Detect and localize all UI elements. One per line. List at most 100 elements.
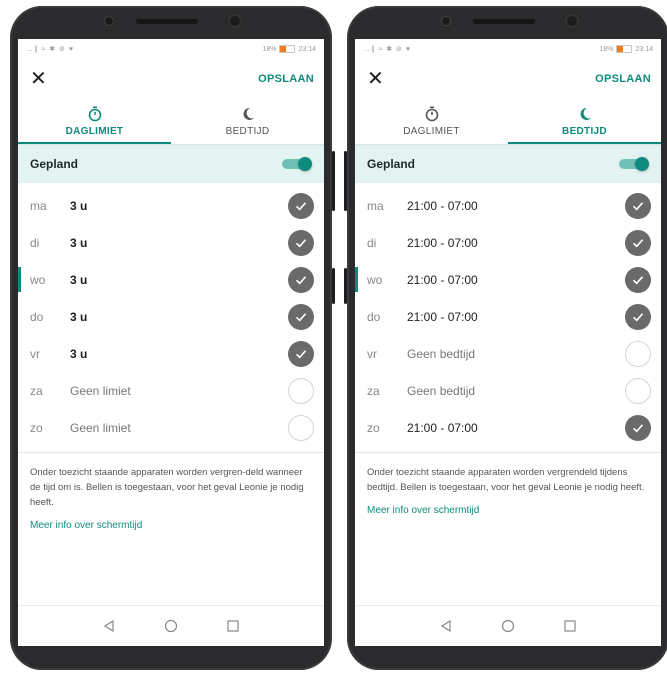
day-row-do[interactable]: do 3 u: [18, 298, 324, 335]
day-value: Geen limiet: [70, 420, 131, 435]
back-icon[interactable]: [99, 616, 119, 636]
day-row-zo[interactable]: zo 21:00 - 07:00: [355, 409, 661, 446]
battery-indicator: 18% 23:14: [262, 45, 316, 53]
checkmark-icon: [295, 275, 307, 284]
day-abbr: do: [30, 309, 44, 324]
day-row-ma[interactable]: ma 3 u: [18, 187, 324, 224]
day-checkbox[interactable]: [625, 414, 651, 441]
status-bar: …∥ ≈ ✱ ⊘ ♥ 18% 23:14: [355, 39, 661, 59]
day-row-di[interactable]: di 21:00 - 07:00: [355, 224, 661, 261]
checkmark-icon: [632, 275, 644, 284]
day-checkbox[interactable]: [625, 266, 651, 293]
day-row-zo[interactable]: zo Geen limiet: [18, 409, 324, 446]
day-value: 3 u: [70, 272, 88, 287]
tab-label: BEDTIJD: [562, 126, 607, 137]
day-checkbox[interactable]: [625, 192, 651, 219]
tab-bar: DAGLIMIET BEDTIJD: [355, 99, 661, 144]
moon-icon: [578, 106, 592, 122]
tab-bar: DAGLIMIET BEDTIJD: [18, 99, 324, 144]
day-abbr: ma: [30, 198, 47, 213]
back-icon[interactable]: [436, 616, 456, 636]
more-info-link[interactable]: Meer info over schermtijd: [355, 495, 661, 516]
more-info-link[interactable]: Meer info over schermtijd: [18, 510, 324, 531]
day-checkbox[interactable]: [288, 229, 314, 256]
status-time: 23:14: [635, 45, 653, 53]
schedule-row: Gepland: [18, 144, 324, 183]
checkmark-icon: [632, 238, 644, 247]
day-abbr: zo: [367, 420, 380, 435]
day-row-vr[interactable]: vr Geen bedtijd: [355, 335, 661, 372]
day-abbr: wo: [30, 272, 46, 287]
tab-daglimiet[interactable]: DAGLIMIET: [355, 99, 508, 144]
day-abbr: vr: [30, 346, 40, 361]
recents-icon[interactable]: [223, 616, 243, 636]
day-row-wo[interactable]: wo 3 u: [18, 261, 324, 298]
day-abbr: di: [30, 235, 40, 250]
earpiece-speaker: [136, 19, 198, 24]
schedule-toggle[interactable]: [282, 157, 312, 171]
save-button[interactable]: OPSLAAN: [258, 73, 314, 85]
stopwatch-icon: [88, 106, 102, 122]
info-text: Onder toezicht staande apparaten worden …: [367, 467, 645, 493]
tab-daglimiet[interactable]: DAGLIMIET: [18, 99, 171, 144]
day-value: 21:00 - 07:00: [407, 309, 478, 324]
save-button[interactable]: OPSLAAN: [595, 73, 651, 85]
day-checkbox[interactable]: [625, 340, 651, 367]
day-abbr: di: [367, 235, 377, 250]
checkmark-icon: [295, 312, 307, 321]
day-checkbox[interactable]: [288, 266, 314, 293]
day-row-vr[interactable]: vr 3 u: [18, 335, 324, 372]
day-checkbox[interactable]: [625, 229, 651, 256]
day-checkbox[interactable]: [288, 192, 314, 219]
power-button: [332, 268, 335, 304]
day-value: Geen bedtijd: [407, 383, 476, 398]
home-icon[interactable]: [498, 616, 518, 636]
moon-icon: [241, 106, 255, 122]
stopwatch-icon: [425, 106, 439, 122]
tab-bedtijd[interactable]: BEDTIJD: [508, 99, 661, 144]
tab-bedtijd[interactable]: BEDTIJD: [171, 99, 324, 144]
day-row-ma[interactable]: ma 21:00 - 07:00: [355, 187, 661, 224]
battery-icon: [616, 45, 633, 53]
tab-label: BEDTIJD: [225, 126, 270, 137]
volume-button: [344, 151, 347, 211]
top-bar: ✕ OPSLAAN: [18, 59, 324, 99]
status-time: 23:14: [298, 45, 316, 53]
android-nav-bar: [18, 605, 324, 646]
day-list: ma 3 u di 3 u wo 3 u do 3 u vr 3 u za Ge…: [18, 183, 324, 446]
close-button[interactable]: ✕: [30, 69, 47, 89]
day-checkbox[interactable]: [625, 377, 651, 404]
recents-icon[interactable]: [560, 616, 580, 636]
status-bar: …∥ ≈ ✱ ⊘ ♥ 18% 23:14: [18, 39, 324, 59]
info-text: Onder toezicht staande apparaten worden …: [30, 467, 304, 508]
day-value: 3 u: [70, 346, 88, 361]
close-button[interactable]: ✕: [367, 69, 384, 89]
day-list: ma 21:00 - 07:00 di 21:00 - 07:00 wo 21:…: [355, 183, 661, 446]
status-icons: …∥ ≈ ✱ ⊘ ♥: [363, 46, 412, 53]
day-value: Geen limiet: [70, 383, 131, 398]
day-row-do[interactable]: do 21:00 - 07:00: [355, 298, 661, 335]
day-row-za[interactable]: za Geen limiet: [18, 372, 324, 409]
day-checkbox[interactable]: [288, 414, 314, 441]
front-camera: [441, 16, 451, 26]
checkmark-icon: [295, 349, 307, 358]
day-row-za[interactable]: za Geen bedtijd: [355, 372, 661, 409]
schedule-label: Gepland: [367, 157, 416, 171]
day-row-di[interactable]: di 3 u: [18, 224, 324, 261]
android-nav-bar: [355, 605, 661, 646]
day-checkbox[interactable]: [288, 340, 314, 367]
battery-percent: 18%: [262, 45, 277, 53]
day-abbr: ma: [367, 198, 384, 213]
day-checkbox[interactable]: [288, 303, 314, 330]
power-button: [344, 268, 347, 304]
battery-percent: 18%: [599, 45, 614, 53]
day-checkbox[interactable]: [288, 377, 314, 404]
day-row-wo[interactable]: wo 21:00 - 07:00: [355, 261, 661, 298]
schedule-toggle[interactable]: [619, 157, 649, 171]
day-abbr: za: [30, 383, 43, 398]
schedule-row: Gepland: [355, 144, 661, 183]
phone-bedtijd: …∥ ≈ ✱ ⊘ ♥ 18% 23:14 ✕ OPSLAAN DAGLIMIET: [344, 6, 667, 670]
home-icon[interactable]: [161, 616, 181, 636]
day-abbr: vr: [367, 346, 377, 361]
day-checkbox[interactable]: [625, 303, 651, 330]
